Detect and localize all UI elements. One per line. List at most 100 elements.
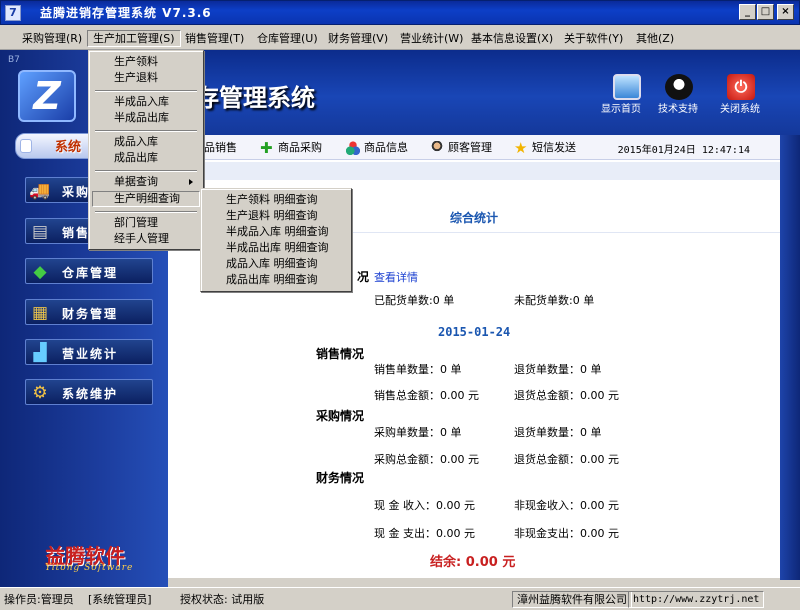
menu-production[interactable]: 生产加工管理(S) xyxy=(87,30,181,47)
menu-item-label: 单据查询 xyxy=(114,175,158,188)
menu-separator xyxy=(95,90,197,92)
banner-title: 存管理系统 xyxy=(195,84,315,112)
sidebar-item-label: 销售 xyxy=(62,226,91,240)
datetime: 2015年01月24日 12:47:14 xyxy=(617,145,750,156)
menu-statistics[interactable]: 营业统计(W) xyxy=(395,30,468,47)
star-icon: ★ xyxy=(514,139,528,157)
menu-item-semi-inbound[interactable]: 半成品入库 xyxy=(92,94,200,110)
close-system-button[interactable]: ⏻ 关闭系统 xyxy=(719,74,789,115)
corner-code: B7 xyxy=(8,55,20,65)
view-details-link[interactable]: 查看详情 xyxy=(374,269,418,285)
toolbar-purchase-label: 商品采购 xyxy=(278,141,322,154)
delivery-heading: 况 xyxy=(357,270,370,284)
sidebar-item-maintenance[interactable]: ⚙ 系统维护 xyxy=(25,379,153,405)
window-title: 益腾进销存管理系统 V7.3.6 xyxy=(40,6,212,20)
status-license: 授权状态: 试用版 xyxy=(180,593,265,606)
submenu-item-product-outbound-detail[interactable]: 成品出库 明细查询 xyxy=(204,272,348,288)
toolbar-goods-info[interactable]: 商品信息 xyxy=(346,139,408,157)
menu-other[interactable]: 其他(Z) xyxy=(631,30,679,47)
noncash-income: 非现金收入：0.00 元 xyxy=(514,499,619,512)
sidebar-item-label: 财务管理 xyxy=(62,307,119,321)
minimize-icon[interactable]: _ xyxy=(739,4,756,20)
submenu-arrow-icon xyxy=(189,179,193,185)
menu-bar: 采购管理(R) 生产加工管理(S) 销售管理(T) 仓库管理(U) 财务管理(V… xyxy=(0,26,800,50)
menu-item-handler[interactable]: 经手人管理 xyxy=(92,231,200,247)
cash-expense: 现 金 支出：0.00 元 xyxy=(374,527,475,540)
sales-return-total: 退货总金额：0.00 元 xyxy=(514,389,619,402)
menu-item-semi-outbound[interactable]: 半成品出库 xyxy=(92,110,200,126)
menu-separator xyxy=(95,130,197,132)
gear-icon: ⚙ xyxy=(32,383,48,403)
menu-item-product-outbound[interactable]: 成品出库 xyxy=(92,150,200,166)
toolbar-goods-info-label: 商品信息 xyxy=(364,141,408,154)
balance: 结余: 0.00 元 xyxy=(430,555,516,570)
noncash-expense: 非现金支出：0.00 元 xyxy=(514,527,619,540)
toolbar-customer[interactable]: 顾客管理 xyxy=(430,139,492,157)
content-header-strip xyxy=(168,162,780,180)
money-icon: ▦ xyxy=(31,303,49,323)
app-icon[interactable]: 7 xyxy=(5,5,21,21)
toolbar-purchase[interactable]: ✚ 商品采购 xyxy=(260,139,322,157)
sidebar-item-finance[interactable]: ▦ 财务管理 xyxy=(25,299,153,325)
section-title: 综合统计 xyxy=(450,211,499,225)
close-system-label: 关闭系统 xyxy=(720,104,760,115)
status-role: [系统管理员] xyxy=(88,593,152,606)
tech-support-label: 技术支持 xyxy=(658,104,698,115)
sidebar-item-statistics[interactable]: ▟ 营业统计 xyxy=(25,339,153,365)
toolbar-sms[interactable]: ★ 短信发送 xyxy=(514,139,576,157)
menu-purchase[interactable]: 采购管理(R) xyxy=(17,30,87,47)
toolbar-customer-label: 顾客管理 xyxy=(448,141,492,154)
menu-basic-settings[interactable]: 基本信息设置(X) xyxy=(466,30,558,47)
submenu-item-semi-outbound-detail[interactable]: 半成品出库 明细查询 xyxy=(204,240,348,256)
cash-income: 现 金 收入：0.00 元 xyxy=(374,499,475,512)
menu-separator xyxy=(95,211,197,213)
stats-date: 2015-01-24 xyxy=(438,325,511,339)
purchase-total: 采购总金额：0.00 元 xyxy=(374,453,479,466)
sidebar-item-label: 营业统计 xyxy=(62,347,119,361)
sidebar-item-label: 仓库管理 xyxy=(62,266,119,280)
menu-item-production-issue[interactable]: 生产领料 xyxy=(92,54,200,70)
green-plus-icon: ✚ xyxy=(260,139,273,157)
logo-glyph: Z xyxy=(33,74,61,118)
cash-register-icon: ▤ xyxy=(31,222,49,242)
toolbar-sales-label: 品销售 xyxy=(204,141,237,154)
menu-item-production-detail-query[interactable]: 生产明细查询 xyxy=(92,191,200,207)
nav-tab-label: 系统 xyxy=(55,140,82,155)
menu-about[interactable]: 关于软件(Y) xyxy=(559,30,628,47)
detail-submenu: 生产领料 明细查询 生产退料 明细查询 半成品入库 明细查询 半成品出库 明细查… xyxy=(200,188,352,292)
menu-item-department[interactable]: 部门管理 xyxy=(92,215,200,231)
status-url[interactable]: http://www.zzytrj.net xyxy=(628,591,765,608)
warehouse-boxes-icon: ◆ xyxy=(33,262,47,282)
menu-item-production-return[interactable]: 生产退料 xyxy=(92,70,200,86)
toolbar-sales[interactable]: 品销售 xyxy=(204,139,237,157)
status-operator: 操作员:管理员 xyxy=(4,593,74,606)
maximize-icon[interactable]: □ xyxy=(757,4,774,20)
sales-count: 销售单数量：0 单 xyxy=(374,363,462,376)
brand-subtitle: Yitong Software xyxy=(45,563,134,573)
status-company: 漳州益腾软件有限公司 xyxy=(512,591,632,608)
menu-finance[interactable]: 财务管理(V) xyxy=(323,30,393,47)
right-frame xyxy=(780,135,800,580)
undelivered-count: 未配货单数:0 单 xyxy=(514,294,595,307)
submenu-item-semi-inbound-detail[interactable]: 半成品入库 明细查询 xyxy=(204,224,348,240)
close-icon[interactable]: × xyxy=(777,4,794,20)
purchase-heading: 采购情况 xyxy=(316,409,365,423)
submenu-item-return-detail[interactable]: 生产退料 明细查询 xyxy=(204,208,348,224)
purchase-return-count: 退货单数量：0 单 xyxy=(514,426,602,439)
sales-total: 销售总金额：0.00 元 xyxy=(374,389,479,402)
sidebar-item-label: 系统维护 xyxy=(62,387,119,401)
production-menu: 生产领料 生产退料 半成品入库 半成品出库 成品入库 成品出库 单据查询 生产明… xyxy=(88,50,204,250)
colored-balls-icon xyxy=(346,141,360,155)
power-icon: ⏻ xyxy=(727,74,755,100)
sales-heading: 销售情况 xyxy=(316,347,365,361)
menu-item-document-query[interactable]: 单据查询 xyxy=(92,174,200,190)
menu-item-product-inbound[interactable]: 成品入库 xyxy=(92,134,200,150)
menu-sales[interactable]: 销售管理(T) xyxy=(180,30,249,47)
submenu-item-issue-detail[interactable]: 生产领料 明细查询 xyxy=(204,192,348,208)
purchase-count: 采购单数量：0 单 xyxy=(374,426,462,439)
submenu-item-product-inbound-detail[interactable]: 成品入库 明细查询 xyxy=(204,256,348,272)
status-bar: 操作员:管理员 [系统管理员] 授权状态: 试用版 漳州益腾软件有限公司 htt… xyxy=(0,587,800,610)
sidebar-item-label: 采购 xyxy=(62,185,91,199)
menu-warehouse[interactable]: 仓库管理(U) xyxy=(252,30,323,47)
sidebar-item-warehouse[interactable]: ◆ 仓库管理 xyxy=(25,258,153,284)
